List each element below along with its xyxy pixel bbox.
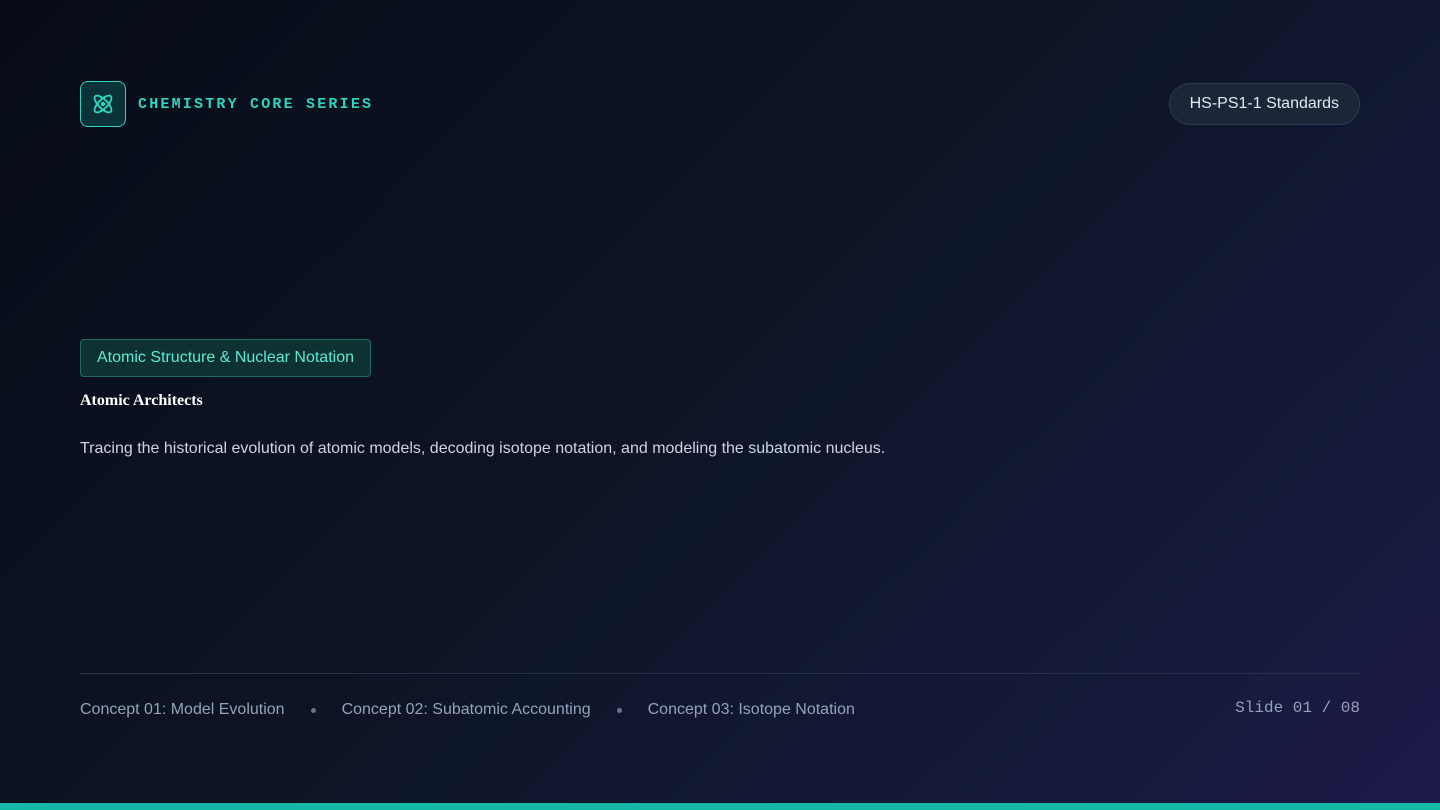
bottom-accent-bar bbox=[0, 803, 1440, 810]
concept-separator-dot bbox=[616, 707, 622, 713]
slide-title: Atomic Architects bbox=[80, 392, 203, 409]
standards-badge: HS-PS1-1 Standards bbox=[1168, 83, 1360, 125]
concept-item-2: Concept 02: Subatomic Accounting bbox=[341, 701, 591, 718]
brand-name: CHEMISTRY CORE SERIES bbox=[138, 95, 374, 113]
concept-list: Concept 01: Model Evolution Concept 02: … bbox=[80, 700, 855, 720]
concept-item-1: Concept 01: Model Evolution bbox=[80, 701, 285, 718]
atom-icon bbox=[80, 81, 126, 127]
slide-counter: Slide 01 / 08 bbox=[1235, 699, 1360, 717]
slide-subtitle: Tracing the historical evolution of atom… bbox=[80, 440, 886, 457]
brand: CHEMISTRY CORE SERIES bbox=[80, 80, 373, 128]
footer-divider bbox=[80, 673, 1360, 674]
concept-item-3: Concept 03: Isotope Notation bbox=[647, 701, 855, 718]
concept-separator-dot bbox=[310, 707, 316, 713]
topic-chip: Atomic Structure & Nuclear Notation bbox=[80, 339, 371, 377]
